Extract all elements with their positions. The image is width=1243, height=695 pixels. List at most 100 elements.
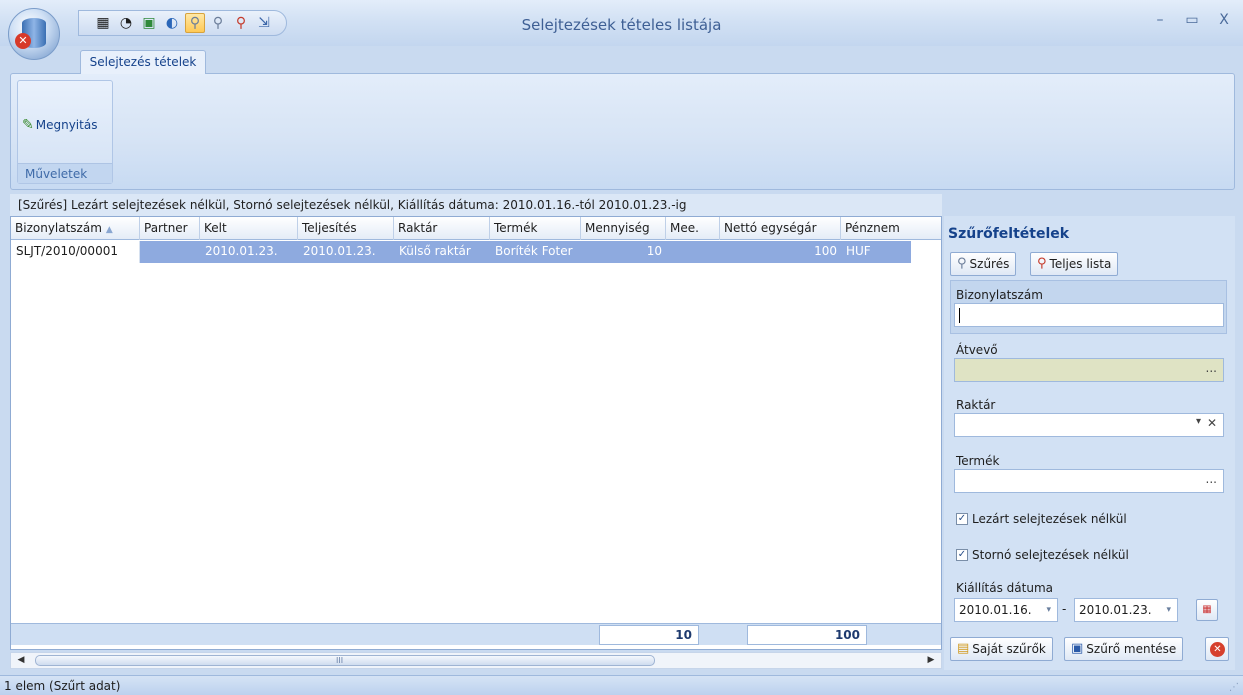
open-button-label: Megnyitás xyxy=(35,118,98,132)
ribbon-group-label: Műveletek xyxy=(18,163,112,183)
filter-icon: ⚲ xyxy=(957,256,967,271)
column-header-partner[interactable]: Partner xyxy=(140,217,200,240)
column-header-mee[interactable]: Mee. xyxy=(666,217,720,240)
date-to-picker[interactable]: 2010.01.23. ▾ xyxy=(1074,598,1178,622)
cell-partner xyxy=(140,241,200,263)
filter-button[interactable]: ⚲ Szűrés xyxy=(950,252,1017,276)
column-header-kelt[interactable]: Kelt xyxy=(200,217,298,240)
scroll-right-icon[interactable]: ▶ xyxy=(923,653,939,668)
closed-checkbox-label: Lezárt selejtezések nélkül xyxy=(972,512,1127,526)
save-filter-button-label: Szűrő mentése xyxy=(1086,642,1177,656)
column-header-termek[interactable]: Termék xyxy=(490,217,581,240)
storno-checkbox-label: Stornó selejtezések nélkül xyxy=(972,548,1129,562)
horizontal-scrollbar[interactable]: ◀ III ▶ xyxy=(10,652,942,669)
edit-document-icon: ✎ xyxy=(22,117,34,133)
date-from-picker[interactable]: 2010.01.16. ▾ xyxy=(954,598,1058,622)
product-label: Termék xyxy=(956,454,1000,468)
excel-export-icon[interactable]: ▣ xyxy=(139,13,159,33)
open-button[interactable]: ✎ Megnyitás xyxy=(22,117,97,133)
cell-mennyiseg: 10 xyxy=(581,241,666,263)
quick-access-toolbar: ▦ ◔ ▣ ◐ ⚲ ⚲ ⚲ ⇲ xyxy=(78,10,287,36)
filter-panel: Szűrőfeltételek ⚲ Szűrés ⚲ Teljes lista … xyxy=(944,216,1235,670)
column-header-penznem[interactable]: Pénznem xyxy=(841,217,911,240)
ribbon-group-muveletek: ✎ Megnyitás Műveletek xyxy=(17,80,113,184)
scroll-left-icon[interactable]: ◀ xyxy=(13,653,29,668)
ribbon: ✎ Megnyitás Műveletek xyxy=(10,73,1235,190)
full-list-button[interactable]: ⚲ Teljes lista xyxy=(1030,252,1119,276)
cell-teljesites: 2010.01.23. xyxy=(298,241,394,263)
maximize-button[interactable]: ▭ xyxy=(1183,12,1201,28)
grid-summary-row: 10 100 xyxy=(11,623,941,645)
date-to-value: 2010.01.23. xyxy=(1079,603,1152,617)
date-from-value: 2010.01.16. xyxy=(959,603,1032,617)
delete-badge-icon: ✕ xyxy=(15,33,31,49)
closed-checkbox[interactable]: ✓ Lezárt selejtezések nélkül xyxy=(956,512,1127,526)
grid-layout-icon[interactable]: ▦ xyxy=(93,13,113,33)
storno-checkbox[interactable]: ✓ Stornó selejtezések nélkül xyxy=(956,548,1129,562)
cell-mee xyxy=(666,241,720,263)
column-header-label: Bizonylatszám xyxy=(15,221,102,235)
status-text: 1 elem (Szűrt adat) xyxy=(4,679,121,693)
status-bar: 1 elem (Szűrt adat) ⋰ xyxy=(0,675,1243,695)
export-icon[interactable]: ⇲ xyxy=(254,13,274,33)
total-quantity: 10 xyxy=(599,625,699,645)
total-net-unit-price: 100 xyxy=(747,625,867,645)
filter-clear-icon[interactable]: ⚲ xyxy=(208,13,228,33)
table-row[interactable]: SLJT/2010/00001 2010.01.23. 2010.01.23. … xyxy=(11,241,941,263)
sort-ascending-icon: ▲ xyxy=(105,225,113,235)
cell-netto-egysegar: 100 xyxy=(720,241,841,263)
data-grid: Bizonylatszám ▲ Partner Kelt Teljesítés R… xyxy=(10,216,942,650)
chart-icon[interactable]: ◐ xyxy=(162,13,182,33)
column-header-teljesites[interactable]: Teljesítés xyxy=(298,217,394,240)
cell-penznem: HUF xyxy=(841,241,911,263)
filter-icon[interactable]: ⚲ xyxy=(185,13,205,33)
chevron-down-icon[interactable]: ▾ xyxy=(1166,599,1171,621)
text-cursor xyxy=(959,308,960,323)
checkbox-checked-icon: ✓ xyxy=(956,549,968,561)
window-controls: – ▭ X xyxy=(1151,12,1233,28)
filter-button-label: Szűrés xyxy=(969,257,1010,271)
ellipsis-icon[interactable]: ... xyxy=(1206,472,1217,486)
cell-raktar: Külső raktár xyxy=(394,241,490,263)
checkbox-checked-icon: ✓ xyxy=(956,513,968,525)
cell-termek: Boríték Foter xyxy=(490,241,581,263)
column-header-mennyiseg[interactable]: Mennyiség xyxy=(581,217,666,240)
delete-filter-button[interactable]: ✕ xyxy=(1205,637,1229,661)
warehouse-label: Raktár xyxy=(956,398,996,412)
receiver-input[interactable]: ... xyxy=(954,358,1224,382)
minimize-button[interactable]: – xyxy=(1151,12,1169,28)
delete-icon: ✕ xyxy=(1210,642,1225,657)
ellipsis-icon[interactable]: ... xyxy=(1206,361,1217,375)
folder-icon: ▤ xyxy=(957,641,970,656)
close-button[interactable]: X xyxy=(1215,12,1233,28)
cell-bizonylatszam: SLJT/2010/00001 xyxy=(11,241,140,263)
calendar-icon[interactable]: ▦ xyxy=(1196,599,1218,621)
filter-summary: [Szűrés] Lezárt selejtezések nélkül, Sto… xyxy=(10,194,942,216)
own-filters-button[interactable]: ▤ Saját szűrők xyxy=(950,637,1053,661)
chevron-down-icon[interactable]: ▾ xyxy=(1196,416,1201,427)
grid-header: Bizonylatszám ▲ Partner Kelt Teljesítés R… xyxy=(11,217,941,240)
save-icon: ▣ xyxy=(1071,641,1084,656)
date-separator: - xyxy=(1062,602,1067,616)
doc-number-label: Bizonylatszám xyxy=(956,288,1043,302)
column-header-netto-egysegar[interactable]: Nettó egységár xyxy=(720,217,841,240)
filter-panel-title: Szűrőfeltételek xyxy=(948,226,1070,242)
application-menu-button[interactable]: ✕ xyxy=(8,8,60,60)
clear-icon[interactable]: ✕ xyxy=(1207,416,1217,430)
chevron-down-icon[interactable]: ▾ xyxy=(1046,599,1051,621)
resize-grip-icon[interactable]: ⋰ xyxy=(1229,678,1239,695)
warehouse-select[interactable]: ▾ ✕ xyxy=(954,413,1224,437)
title-bar: ▦ ◔ ▣ ◐ ⚲ ⚲ ⚲ ⇲ Selejtezések tételes lis… xyxy=(0,0,1243,46)
filter-remove-icon[interactable]: ⚲ xyxy=(231,13,251,33)
full-list-button-label: Teljes lista xyxy=(1049,257,1112,271)
save-filter-button[interactable]: ▣ Szűrő mentése xyxy=(1064,637,1184,661)
print-preview-icon[interactable]: ◔ xyxy=(116,13,136,33)
scrollbar-thumb[interactable]: III xyxy=(35,655,655,666)
tab-selejtezes-tetelek[interactable]: Selejtezés tételek xyxy=(80,50,206,74)
column-header-bizonylatszam[interactable]: Bizonylatszám ▲ xyxy=(11,217,140,240)
product-input[interactable]: ... xyxy=(954,469,1224,493)
column-header-raktar[interactable]: Raktár xyxy=(394,217,490,240)
doc-number-input[interactable] xyxy=(954,303,1224,327)
cell-kelt: 2010.01.23. xyxy=(200,241,298,263)
filter-remove-icon: ⚲ xyxy=(1037,256,1047,271)
